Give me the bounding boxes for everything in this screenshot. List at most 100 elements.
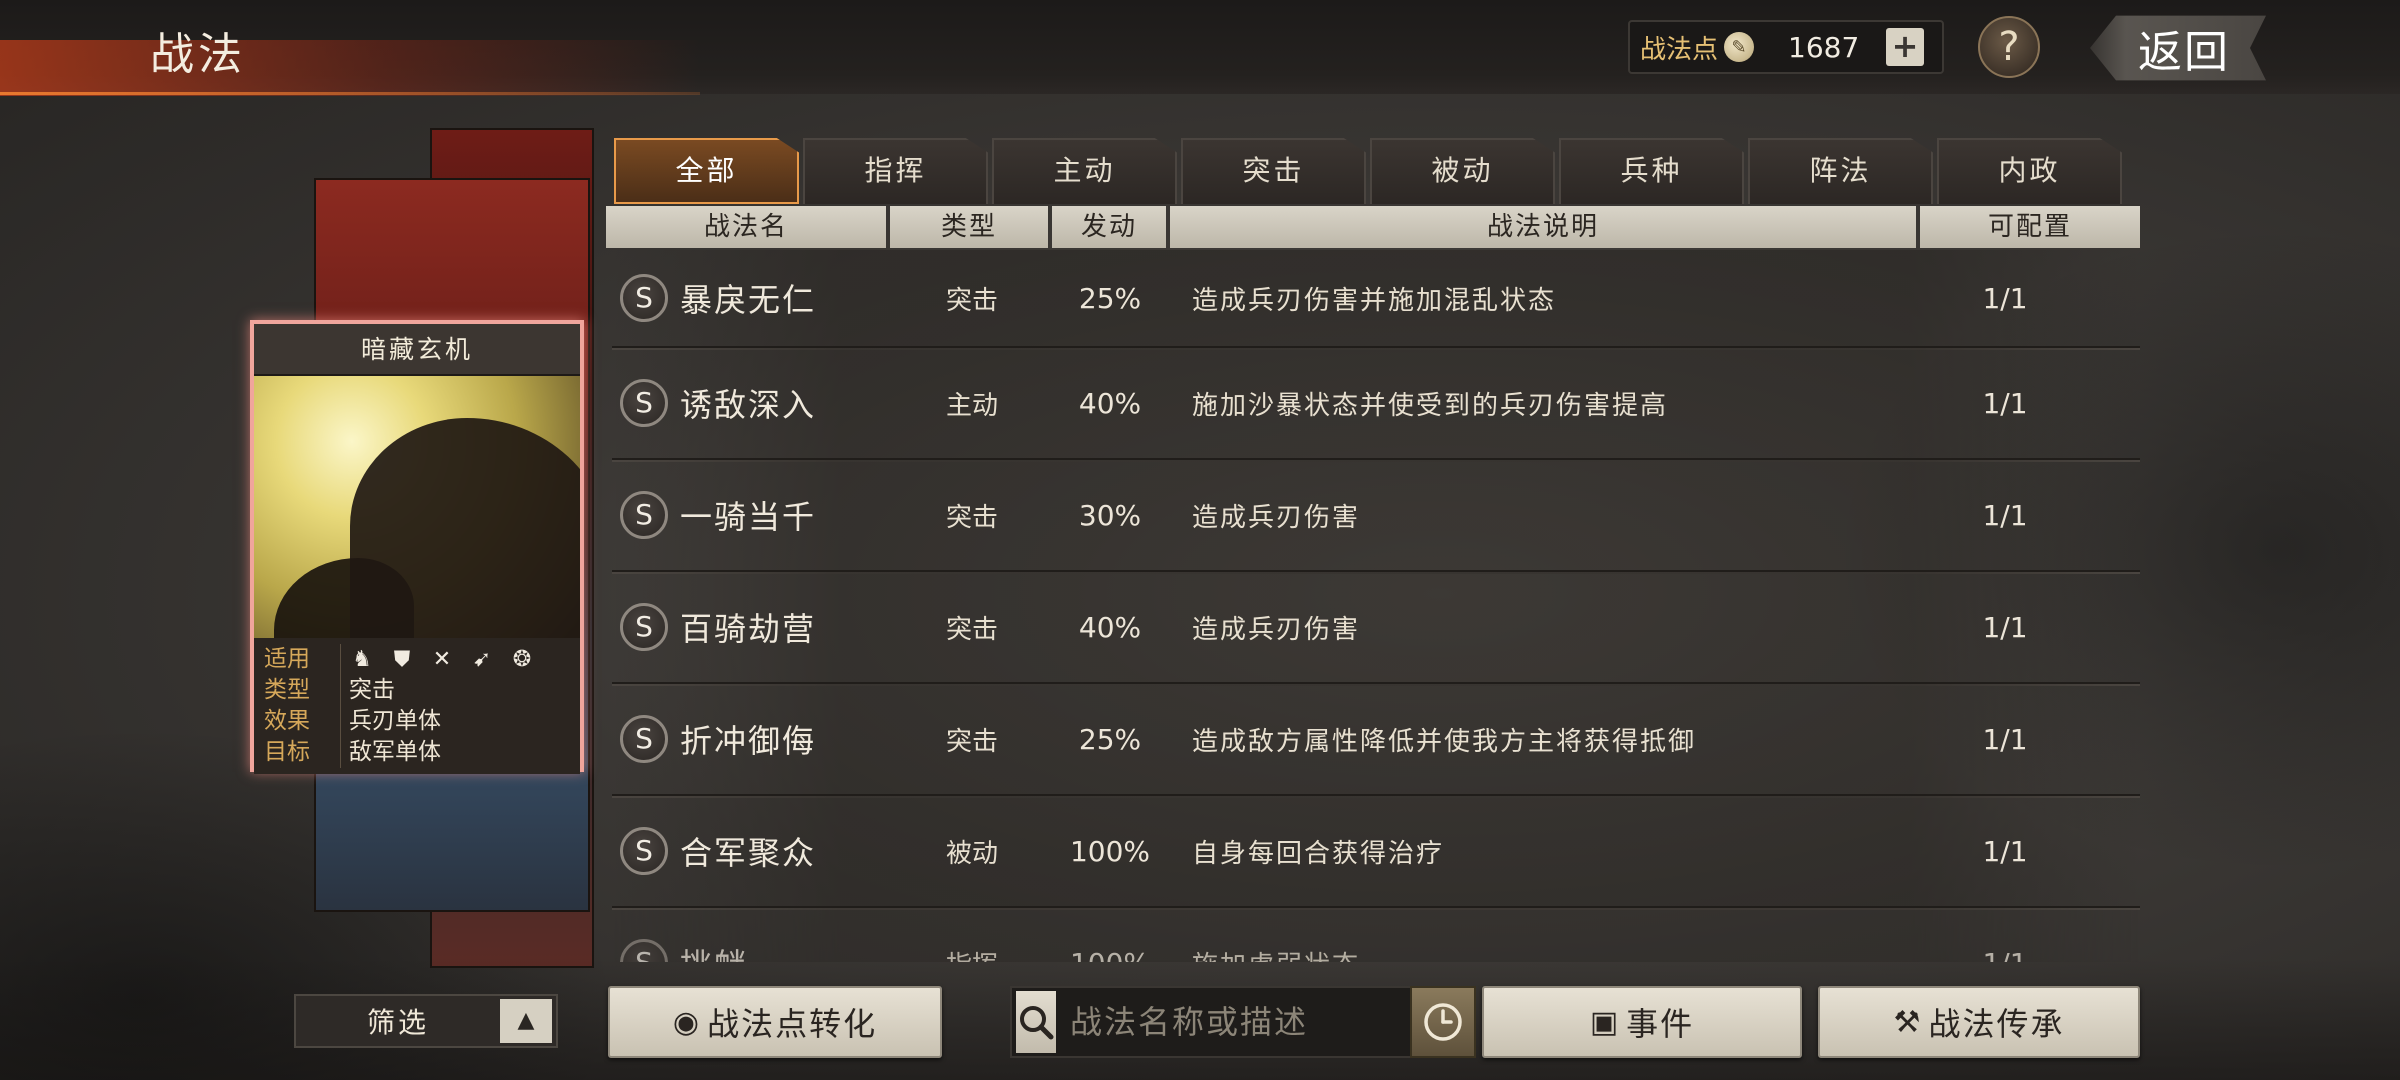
column-header-description: 战法说明 [1170, 206, 1916, 248]
table-row[interactable]: S 挑衅 指挥 100% 施加虚弱状态 1/1 [612, 908, 2140, 962]
tactic-name: 诱敌深入 [680, 386, 817, 424]
tab-passive[interactable]: 被动 [1370, 138, 1555, 204]
card-info-value: 突击 [340, 675, 395, 706]
tactic-name: 合军聚众 [680, 834, 817, 872]
wheel-icon: ❂ [512, 646, 532, 672]
selected-tactic-card[interactable]: 暗藏玄机 适用 ♞ ⛊ ✕ ➹ ❂ 类型 突击 效果 兵刃单体 目标 敌军单体 [250, 320, 584, 774]
page-title: 战法 [150, 29, 246, 80]
shield-icon: ⛊ [393, 646, 411, 672]
crossed-bows-icon: ✕ [432, 646, 452, 672]
tactic-description: 造成敌方属性降低并使我方主将获得抵御 [1192, 726, 1697, 757]
history-button[interactable] [1410, 986, 1476, 1058]
title-glow [0, 40, 700, 96]
card-info-row-applicable: 适用 ♞ ⛊ ✕ ➹ ❂ [264, 644, 570, 675]
column-header-type[interactable]: 类型 [890, 206, 1048, 248]
tab-command[interactable]: 指挥 [803, 138, 988, 204]
table-row[interactable]: S 合军聚众 被动 100% 自身每回合获得治疗 1/1 [612, 796, 2140, 910]
filter-toggle-button[interactable]: ▲ [500, 999, 552, 1043]
tactic-description: 造成兵刃伤害 [1192, 502, 1361, 533]
table-header: 战法名 类型 发动 战法说明 可配置 [606, 206, 2140, 248]
tactic-points-label: 战法点 [1640, 34, 1719, 65]
tactic-name: 暴戾无仁 [680, 281, 817, 319]
search-button[interactable] [1016, 991, 1056, 1053]
card-info-key: 效果 [264, 708, 310, 734]
column-header-configurable[interactable]: 可配置 [1920, 206, 2140, 248]
tab-active[interactable]: 主动 [992, 138, 1177, 204]
filter-label: 筛选 [366, 1006, 429, 1039]
card-info-value: 敌军单体 [340, 737, 441, 768]
troop-type-icons: ♞ ⛊ ✕ ➹ ❂ [340, 644, 535, 675]
tactic-name: 折冲御侮 [680, 722, 817, 760]
tactic-description: 造成兵刃伤害并施加混乱状态 [1192, 285, 1557, 316]
tactic-type: 被动 [945, 838, 998, 869]
events-label: 事件 [1626, 1005, 1695, 1043]
category-tabs: 全部 指挥 主动 突击 被动 兵种 阵法 内政 [614, 138, 2126, 204]
tactic-type: 突击 [945, 726, 998, 757]
card-artwork [254, 376, 580, 638]
search-icon [1020, 1006, 1054, 1040]
hammer-icon: ⚒ [1893, 1004, 1923, 1040]
top-bar: 战法 战法点 ✎ 1687 + ? 返回 [0, 0, 2400, 96]
table-row[interactable]: S 诱敌深入 主动 40% 施加沙暴状态并使受到的兵刃伤害提高 1/1 [612, 348, 2140, 462]
tactic-rate: 40% [1078, 610, 1142, 644]
tactic-rate: 30% [1078, 498, 1142, 532]
inherit-tactic-label: 战法传承 [1928, 1005, 2065, 1043]
card-info-row-effect: 效果 兵刃单体 [264, 706, 570, 737]
card-info-key: 类型 [264, 677, 310, 703]
tactic-configurable: 1/1 [1982, 722, 2028, 756]
convert-points-label: 战法点转化 [707, 1005, 878, 1043]
tactic-description: 造成兵刃伤害 [1192, 614, 1361, 645]
swirl-icon: ◉ [672, 1004, 702, 1040]
tactic-rate: 25% [1078, 281, 1142, 315]
tactic-configurable: 1/1 [1982, 610, 2028, 644]
tactic-list[interactable]: S 暴戾无仁 突击 25% 造成兵刃伤害并施加混乱状态 1/1 S 诱敌深入 主… [612, 250, 2140, 962]
card-info-panel: 适用 ♞ ⛊ ✕ ➹ ❂ 类型 突击 效果 兵刃单体 目标 敌军单体 [254, 638, 580, 774]
tactic-configurable: 1/1 [1982, 498, 2028, 532]
events-button[interactable]: ▣ 事件 [1482, 986, 1802, 1058]
spear-icon: ➹ [472, 646, 492, 672]
tactic-configurable: 1/1 [1982, 386, 2028, 420]
back-button-label: 返回 [2138, 27, 2230, 78]
column-header-rate[interactable]: 发动 [1052, 206, 1166, 248]
grade-s-icon: S [620, 491, 668, 539]
search-box [1010, 986, 1474, 1058]
alert-book-icon: ▣ [1589, 1004, 1621, 1040]
inherit-tactic-button[interactable]: ⚒ 战法传承 [1818, 986, 2140, 1058]
filter-control[interactable]: 筛选 ▲ [294, 994, 558, 1048]
tactic-type: 突击 [945, 502, 998, 533]
grade-s-icon: S [620, 827, 668, 875]
cavalry-icon: ♞ [352, 646, 372, 672]
grade-s-icon: S [620, 603, 668, 651]
help-button[interactable]: ? [1978, 16, 2040, 78]
clock-icon [1424, 1003, 1462, 1041]
add-points-button[interactable]: + [1886, 28, 1925, 66]
table-row[interactable]: S 百骑劫营 突击 40% 造成兵刃伤害 1/1 [612, 572, 2140, 686]
tactic-rate: 100% [1069, 834, 1151, 868]
tactic-type: 突击 [945, 614, 998, 645]
card-info-key: 目标 [264, 739, 310, 765]
tactic-rate: 25% [1078, 722, 1142, 756]
column-header-name[interactable]: 战法名 [606, 206, 886, 248]
grade-s-icon: S [620, 274, 668, 322]
table-row[interactable]: S 一骑当千 突击 30% 造成兵刃伤害 1/1 [612, 460, 2140, 574]
card-info-value: 兵刃单体 [340, 706, 441, 737]
grade-s-icon: S [620, 379, 668, 427]
convert-points-button[interactable]: ◉ 战法点转化 [608, 986, 942, 1058]
tab-all[interactable]: 全部 [614, 138, 799, 204]
tactic-name: 百骑劫营 [680, 610, 817, 648]
card-info-row-target: 目标 敌军单体 [264, 737, 570, 768]
tab-troop[interactable]: 兵种 [1559, 138, 1744, 204]
tactic-configurable: 1/1 [1982, 281, 2028, 315]
tab-assault[interactable]: 突击 [1181, 138, 1366, 204]
back-button[interactable]: 返回 [2090, 15, 2266, 81]
tactic-description: 施加沙暴状态并使受到的兵刃伤害提高 [1192, 390, 1669, 421]
card-tactic-name: 暗藏玄机 [254, 324, 580, 376]
tab-internal[interactable]: 内政 [1937, 138, 2122, 204]
tactic-name: 一骑当千 [680, 498, 817, 536]
tab-formation[interactable]: 阵法 [1748, 138, 1933, 204]
table-row[interactable]: S 折冲御侮 突击 25% 造成敌方属性降低并使我方主将获得抵御 1/1 [612, 684, 2140, 798]
card-info-row-type: 类型 突击 [264, 675, 570, 706]
title-underline [0, 92, 700, 95]
table-row[interactable]: S 暴戾无仁 突击 25% 造成兵刃伤害并施加混乱状态 1/1 [612, 250, 2140, 350]
tactic-points-box: 战法点 ✎ 1687 + [1628, 20, 1944, 74]
